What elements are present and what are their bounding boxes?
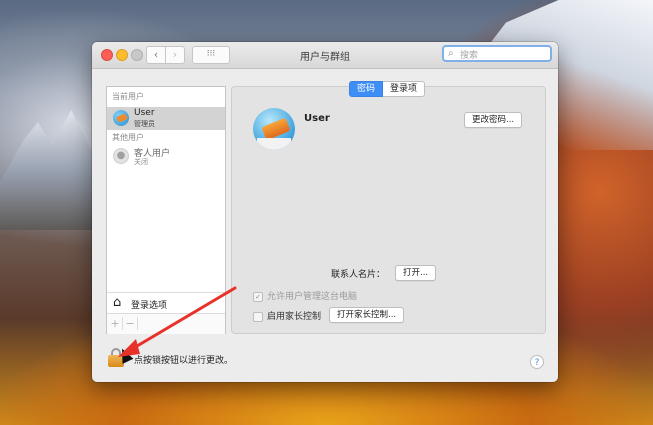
current-user-name: User (134, 108, 155, 118)
search-placeholder: 搜索 (460, 51, 479, 61)
lock-hint-text: 点按锁按钮以进行更改。 (134, 356, 234, 366)
user-detail-panel: 密码 登录项 User 更改密码... 联系人名片： 打开... ✓ 允许用户管理… (231, 81, 546, 334)
guest-avatar-icon: ● (113, 148, 129, 164)
search-field[interactable]: ⌕ 搜索 (442, 45, 552, 62)
other-users-header: 其他用户 (112, 133, 144, 142)
tab-login-items[interactable]: 登录项 (383, 81, 426, 97)
tab-password[interactable]: 密码 (349, 81, 384, 97)
remove-user-button[interactable]: − (123, 317, 138, 330)
sidebar-item-current-user[interactable]: User 管理员 (107, 107, 225, 130)
parental-controls-row: 启用家长控制 (253, 309, 321, 322)
tab-bar: 密码 登录项 (349, 81, 426, 97)
user-picture-base (257, 138, 291, 150)
login-options-label: 登录选项 (131, 301, 168, 311)
contact-card-label: 联系人名片： (331, 270, 386, 280)
add-user-button[interactable]: + (108, 317, 123, 330)
parental-controls-checkbox[interactable] (253, 311, 263, 322)
wallpaper-left-peak (0, 110, 95, 230)
users-groups-window: ‹ › ⁝⁝⁝ 用户与群组 ⌕ 搜索 当前用户 User 管理员 其他用户 ● … (92, 42, 558, 382)
allow-admin-row: ✓ 允许用户管理这台电脑 (253, 289, 357, 302)
login-options-item[interactable]: ⌂ 登录选项 (107, 292, 225, 313)
allow-admin-checkbox[interactable]: ✓ (253, 291, 263, 302)
search-icon: ⌕ (448, 48, 454, 59)
change-password-button[interactable]: 更改密码... (464, 112, 523, 128)
title-bar: ‹ › ⁝⁝⁝ 用户与群组 ⌕ 搜索 (92, 42, 558, 69)
add-remove-bar: + − (107, 313, 225, 334)
parental-controls-label: 启用家长控制 (267, 312, 322, 322)
panel-user-name: User (304, 113, 330, 124)
allow-admin-label: 允许用户管理这台电脑 (267, 292, 358, 302)
sidebar-item-guest-user[interactable]: ● 客人用户 关闭 (107, 145, 225, 168)
user-picture[interactable] (253, 108, 295, 150)
current-users-header: 当前用户 (112, 92, 144, 101)
user-avatar (113, 110, 129, 126)
guest-user-status: 关闭 (134, 158, 148, 166)
house-icon: ⌂ (113, 295, 122, 310)
users-sidebar: 当前用户 User 管理员 其他用户 ● 客人用户 关闭 ⌂ 登录选项 + − (106, 86, 226, 334)
current-user-role: 管理员 (134, 120, 155, 128)
open-contact-card-button[interactable]: 打开... (395, 265, 437, 281)
chair-icon (261, 117, 291, 141)
open-parental-controls-button[interactable]: 打开家长控制... (329, 307, 405, 323)
help-button[interactable]: ? (530, 355, 544, 369)
